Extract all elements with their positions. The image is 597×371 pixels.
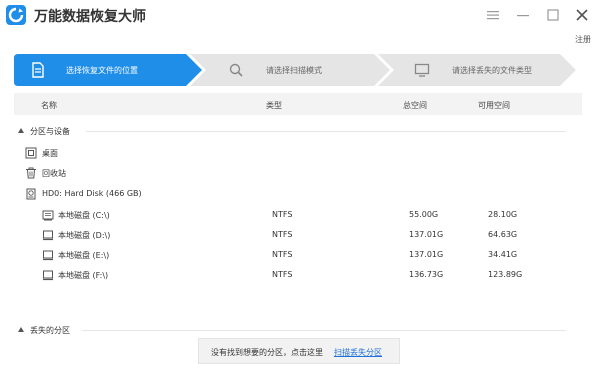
title-bar: 万能数据恢复大师 (0, 0, 597, 30)
column-type[interactable]: 类型 (266, 100, 282, 111)
monitor-icon (414, 62, 430, 78)
register-link[interactable]: 注册 (575, 34, 591, 45)
app-logo-icon (6, 5, 26, 25)
step-file-type[interactable]: 请选择丢失的文件类型 (378, 54, 576, 86)
divider (82, 330, 566, 331)
search-icon (228, 62, 244, 78)
wizard-steps: 选择恢复文件的位置 请选择扫描模式 请选择丢失的文件类型 (14, 54, 576, 86)
drive-free: 28.10G (488, 210, 518, 219)
drive-type: NTFS (272, 230, 293, 239)
list-item-recycle-bin[interactable]: 回收站 (0, 164, 597, 182)
item-name: HD0: Hard Disk (466 GB) (42, 189, 142, 198)
drive-type: NTFS (272, 270, 293, 279)
drive-free: 123.89G (488, 270, 523, 279)
drive-total: 55.00G (409, 210, 439, 219)
divider (86, 131, 566, 132)
item-name: 桌面 (42, 149, 58, 158)
drive-total: 137.01G (409, 230, 444, 239)
drive-name: 本地磁盘 (D:\) (58, 231, 111, 240)
step-scan-mode[interactable]: 请选择扫描模式 (190, 54, 390, 86)
column-total[interactable]: 总空间 (403, 100, 427, 111)
app-title: 万能数据恢复大师 (34, 9, 146, 25)
step-select-location[interactable]: 选择恢复文件的位置 (14, 54, 202, 86)
maximize-icon (547, 9, 559, 21)
drive-total: 137.01G (409, 250, 444, 259)
drive-free: 64.63G (488, 230, 518, 239)
scan-lost-partitions-link[interactable]: 扫描丢失分区 (334, 347, 382, 358)
list-item-desktop[interactable]: 桌面 (0, 144, 597, 162)
drive-free: 34.41G (488, 250, 518, 259)
table-row[interactable]: 本地磁盘 (C:\) NTFS 55.00G 28.10G (0, 206, 597, 224)
drive-total: 136.73G (409, 270, 444, 279)
maximize-button[interactable] (544, 6, 562, 24)
minimize-icon (517, 15, 529, 17)
column-name[interactable]: 名称 (41, 100, 57, 111)
drive-type: NTFS (272, 210, 293, 219)
list-item-hard-disk[interactable]: HD0: Hard Disk (466 GB) (0, 185, 597, 203)
drive-icon (42, 249, 54, 261)
section-title: 丢失的分区 (30, 326, 70, 335)
desktop-icon (25, 147, 37, 159)
file-icon (30, 62, 46, 78)
section-title: 分区与设备 (30, 127, 70, 136)
drive-name: 本地磁盘 (E:\) (58, 251, 110, 260)
column-header: 名称 类型 总空间 可用空间 (14, 93, 582, 115)
collapse-triangle-icon (18, 128, 24, 133)
step-label: 选择恢复文件的位置 (66, 66, 138, 75)
menu-button[interactable] (484, 6, 502, 24)
minimize-button[interactable] (514, 6, 532, 24)
item-name: 回收站 (42, 169, 66, 178)
drive-name: 本地磁盘 (F:\) (58, 271, 109, 280)
system-drive-icon (42, 209, 54, 221)
hard-disk-icon (25, 188, 37, 200)
recycle-bin-icon (25, 167, 37, 179)
bottom-hint-bar: 没有找到想要的分区，点击这里 扫描丢失分区 (198, 338, 400, 364)
table-row[interactable]: 本地磁盘 (F:\) NTFS 136.73G 123.89G (0, 266, 597, 284)
close-button[interactable] (573, 6, 591, 24)
step-label: 请选择扫描模式 (266, 66, 322, 75)
step-label: 请选择丢失的文件类型 (452, 66, 532, 75)
table-row[interactable]: 本地磁盘 (D:\) NTFS 137.01G 64.63G (0, 226, 597, 244)
close-icon (576, 9, 588, 21)
section-partitions[interactable]: 分区与设备 (18, 126, 70, 137)
drive-icon (42, 269, 54, 281)
drive-icon (42, 229, 54, 241)
hint-message: 没有找到想要的分区，点击这里 (211, 348, 323, 357)
table-row[interactable]: 本地磁盘 (E:\) NTFS 137.01G 34.41G (0, 246, 597, 264)
collapse-triangle-icon (18, 327, 24, 332)
drive-type: NTFS (272, 250, 293, 259)
drive-name: 本地磁盘 (C:\) (58, 211, 110, 220)
column-free[interactable]: 可用空间 (478, 100, 510, 111)
section-lost-partitions[interactable]: 丢失的分区 (18, 325, 70, 336)
hamburger-icon (487, 11, 499, 20)
